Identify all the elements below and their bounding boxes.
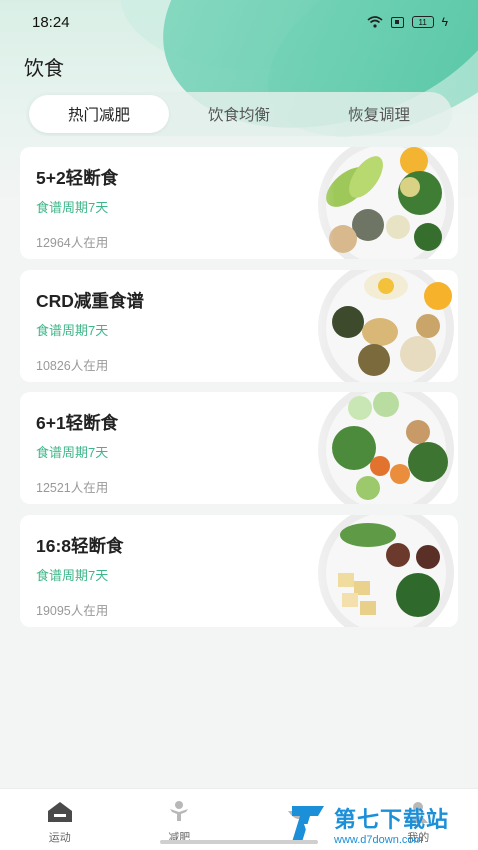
plan-card[interactable]: 6+1轻断食 食谱周期7天 12521人在用 <box>20 392 458 504</box>
category-tabs: 热门减肥 饮食均衡 恢复调理 <box>26 92 452 136</box>
tofu-bowl-image <box>268 514 458 627</box>
charging-icon: ϟ <box>441 15 448 29</box>
plan-users: 19095人在用 <box>36 603 109 618</box>
plan-users: 12521人在用 <box>36 481 109 495</box>
plan-users: 10826人在用 <box>36 358 109 373</box>
status-icons: 11 ϟ <box>367 15 448 29</box>
sim-icon <box>390 16 404 28</box>
nav-item-exercise[interactable]: 运动 <box>0 789 120 850</box>
battery-level: 11 <box>418 17 427 27</box>
plan-list: 5+2轻断食 食谱周期7天 12964人在用 CRD减重食谱 食谱周期7天 10… <box>20 147 458 637</box>
plan-cycle: 食谱周期7天 <box>36 445 109 460</box>
page-title: 饮食 <box>24 58 64 80</box>
plan-cycle: 食谱周期7天 <box>36 322 109 338</box>
tab-recovery[interactable]: 恢复调理 <box>309 95 449 133</box>
home-icon <box>47 802 72 822</box>
battery-icon: 11 <box>411 16 434 28</box>
plan-cycle: 食谱周期7天 <box>36 200 109 215</box>
plan-title: 5+2轻断食 <box>36 168 119 188</box>
wifi-icon <box>367 16 383 28</box>
nav-label-exercise: 运动 <box>48 832 71 844</box>
figure-icon <box>170 801 189 821</box>
watermark-url: www.d7down.com <box>334 834 423 846</box>
status-bar: 18:24 11 ϟ <box>0 0 478 44</box>
plan-cycle: 食谱周期7天 <box>36 567 109 583</box>
plan-card[interactable]: 5+2轻断食 食谱周期7天 12964人在用 <box>20 147 458 259</box>
plan-title: CRD减重食谱 <box>36 290 144 311</box>
status-time: 18:24 <box>32 13 70 31</box>
watermark-text: 第七下载站 <box>334 807 450 832</box>
plan-title: 6+1轻断食 <box>36 413 119 433</box>
egg-bowl-image <box>268 269 458 382</box>
plan-users: 12964人在用 <box>36 236 109 250</box>
tab-balanced-diet[interactable]: 饮食均衡 <box>169 95 309 133</box>
tab-hot-weight-loss[interactable]: 热门减肥 <box>29 95 169 133</box>
plan-card[interactable]: 16:8轻断食 食谱周期7天 19095人在用 <box>20 514 458 627</box>
greens-bowl-image <box>268 392 458 504</box>
home-indicator <box>160 840 318 844</box>
plan-card[interactable]: CRD减重食谱 食谱周期7天 10826人在用 <box>20 269 458 382</box>
salad-bowl-image <box>268 147 458 259</box>
plan-title: 16:8轻断食 <box>36 535 124 556</box>
